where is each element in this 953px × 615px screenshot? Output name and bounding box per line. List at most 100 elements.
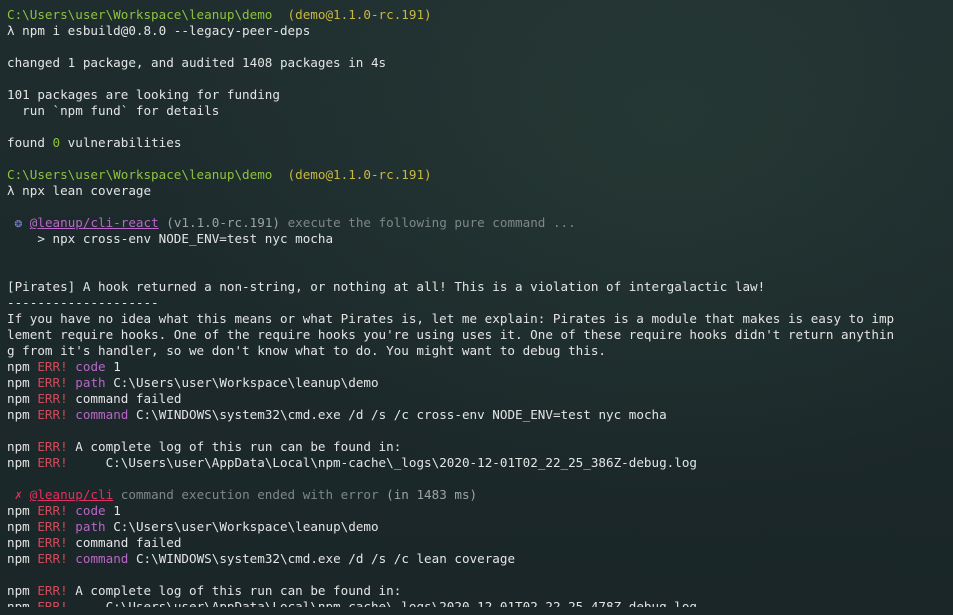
terminal-line: g from it's handler, so we don't know wh… [7,343,947,359]
terminal-text: ERR! [37,359,68,374]
terminal-line: ✗ @leanup/cli command execution ended wi… [7,487,947,503]
terminal-text: ERR! [37,519,68,534]
terminal-output[interactable]: C:\Users\user\Workspace\leanup\demo (dem… [7,7,947,607]
terminal-text: (in 1483 ms) [378,487,478,502]
terminal-text: 1 [105,359,121,374]
terminal-line: npm ERR! command C:\WINDOWS\system32\cmd… [7,407,947,423]
terminal-text: ERR! [37,503,68,518]
terminal-text: npm [7,375,38,390]
terminal-line: npm ERR! A complete log of this run can … [7,583,947,599]
terminal-text: path [75,519,106,534]
terminal-text: λ npm i esbuild@0.8.0 --legacy-peer-deps [7,23,311,38]
terminal-text: [Pirates] A hook returned a non-string, … [7,279,766,294]
terminal-text: C:\WINDOWS\system32\cmd.exe /d /s /c lea… [128,551,516,566]
terminal-text: ERR! [37,583,68,598]
terminal-text: command execution ended with error [120,487,379,502]
terminal-text: C:\Users\user\AppData\Local\npm-cache\_l… [67,599,697,607]
terminal-text: command [75,551,129,566]
terminal-line: npm ERR! path C:\Users\user\Workspace\le… [7,519,947,535]
terminal-text: changed 1 package, and audited 1408 pack… [7,55,387,70]
terminal-text: lement require hooks. One of the require… [7,327,895,342]
terminal-text: execute the following pure command ... [287,215,576,230]
terminal-text: ✗ [7,487,30,502]
terminal-text: npm [7,439,38,454]
terminal-text: -------------------- [7,295,159,310]
terminal-line: npm ERR! command failed [7,391,947,407]
terminal-line: 101 packages are looking for funding [7,87,947,103]
terminal-text: found [7,135,53,150]
terminal-text: C:\Users\user\Workspace\leanup\demo [7,167,273,182]
terminal-text: λ npx lean coverage [7,183,152,198]
terminal-text: npm [7,407,38,422]
terminal-text: > npx cross-env NODE_ENV=test nyc mocha [7,231,334,246]
terminal-text: npm [7,455,38,470]
terminal-text: ERR! [37,551,68,566]
terminal-text: C:\Users\user\Workspace\leanup\demo [7,7,273,22]
terminal-text: ERR! [37,407,68,422]
terminal-line: npm ERR! path C:\Users\user\Workspace\le… [7,375,947,391]
terminal-line: -------------------- [7,295,947,311]
terminal-text: command failed [67,535,182,550]
terminal-text: npm [7,519,38,534]
terminal-text: ERR! [37,599,68,607]
terminal-text: If you have no idea what this means or w… [7,311,895,326]
terminal-text: run `npm fund` for details [7,103,220,118]
terminal-line: ❂ @leanup/cli-react (v1.1.0-rc.191) exec… [7,215,947,231]
terminal-text: npm [7,599,38,607]
terminal-text: code [75,359,106,374]
terminal-text: npm [7,391,38,406]
terminal-text: 1 [105,503,121,518]
terminal-line: lement require hooks. One of the require… [7,327,947,343]
terminal-text: npm [7,583,38,598]
terminal-text: C:\Users\user\Workspace\leanup\demo [105,375,379,390]
terminal-line: λ npx lean coverage [7,183,947,199]
terminal-text: (v1.1.0-rc.191) [158,215,288,230]
terminal-line: λ npm i esbuild@0.8.0 --legacy-peer-deps [7,23,947,39]
terminal-text: @leanup/cli-react [29,215,159,230]
terminal-text: ERR! [37,535,68,550]
terminal-line: > npx cross-env NODE_ENV=test nyc mocha [7,231,947,247]
terminal-line: npm ERR! C:\Users\user\AppData\Local\npm… [7,599,947,607]
terminal-line: npm ERR! code 1 [7,359,947,375]
terminal-line: run `npm fund` for details [7,103,947,119]
terminal-line: npm ERR! C:\Users\user\AppData\Local\npm… [7,455,947,471]
terminal-text: 101 packages are looking for funding [7,87,280,102]
terminal-line: changed 1 package, and audited 1408 pack… [7,55,947,71]
terminal-text: vulnerabilities [60,135,182,150]
terminal-text: C:\WINDOWS\system32\cmd.exe /d /s /c cro… [128,407,667,422]
terminal-text: A complete log of this run can be found … [67,583,402,598]
terminal-line: npm ERR! code 1 [7,503,947,519]
terminal-text: (demo@1.1.0-rc.191) [287,167,432,182]
terminal-text: g from it's handler, so we don't know wh… [7,343,606,358]
terminal-text: command failed [67,391,182,406]
terminal-line: [Pirates] A hook returned a non-string, … [7,279,947,295]
terminal-text: code [75,503,106,518]
terminal-text: npm [7,503,38,518]
terminal-line: npm ERR! command failed [7,535,947,551]
terminal-text: (demo@1.1.0-rc.191) [287,7,432,22]
terminal-text: npm [7,551,38,566]
terminal-text: ERR! [37,455,68,470]
terminal-line: C:\Users\user\Workspace\leanup\demo (dem… [7,167,947,183]
terminal-text: path [75,375,106,390]
terminal-text: npm [7,359,38,374]
terminal-text: A complete log of this run can be found … [67,439,402,454]
terminal-line: found 0 vulnerabilities [7,135,947,151]
terminal-line: npm ERR! command C:\WINDOWS\system32\cmd… [7,551,947,567]
terminal-text: ERR! [37,391,68,406]
terminal-line: npm ERR! A complete log of this run can … [7,439,947,455]
terminal-text: ERR! [37,439,68,454]
terminal-text: @leanup/cli [29,487,114,502]
